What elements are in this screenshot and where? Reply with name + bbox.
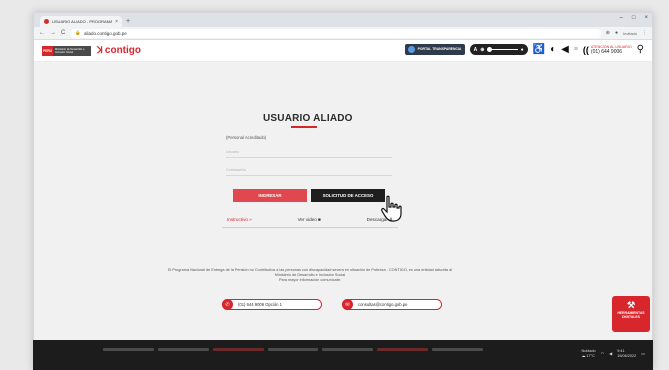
taskbar-app[interactable]	[212, 348, 264, 351]
phone-pill-icon: ✆	[222, 299, 233, 310]
wifi-icon[interactable]: ◠	[601, 351, 605, 356]
email-pill-text: consultas@contigo.gob.pe	[358, 302, 408, 307]
request-access-button[interactable]: SOLICITUD DE ACCESO	[311, 189, 385, 202]
date: 15/06/2022	[617, 353, 637, 358]
toolbox-icon: ⚒	[626, 300, 636, 310]
download-link[interactable]: Descargar ⬇	[367, 217, 393, 223]
system-tray: Nublado ☁ 17°C ◠ ◀ 9:41 15/06/2022 ▭	[581, 349, 645, 358]
password-input[interactable]: Contraseña	[226, 168, 392, 176]
email-pill[interactable]: ✉ consultas@contigo.gob.pe	[342, 299, 442, 310]
taskbar-app[interactable]	[267, 348, 319, 351]
taskbar-apps	[103, 348, 484, 354]
taskbar-app[interactable]	[157, 348, 209, 351]
volume-icon[interactable]: ◀	[609, 351, 612, 356]
login-subtitle: (Personal Acreditado)	[226, 135, 267, 140]
weather-label: Nublado	[581, 349, 596, 353]
login-button[interactable]: INGRESAR	[233, 189, 307, 202]
clock[interactable]: 9:41 15/06/2022	[617, 349, 636, 358]
taskbar-app[interactable]	[377, 348, 429, 351]
temperature: 17°C	[586, 353, 595, 358]
notification-icon[interactable]: ▭	[641, 351, 645, 356]
username-input[interactable]: Usuario	[226, 150, 392, 158]
phone-pill-text: (01) 644 9006 Opción 1	[238, 302, 282, 307]
taskbar: Nublado ☁ 17°C ◠ ◀ 9:41 15/06/2022 ▭	[33, 340, 653, 370]
taskbar-app[interactable]	[103, 348, 154, 351]
taskbar-app[interactable]	[322, 348, 374, 351]
digital-tools-label: HERRAMIENTAS DIGITALES	[617, 311, 645, 319]
weather-widget[interactable]: Nublado ☁ 17°C	[581, 349, 595, 358]
email-pill-icon: ✉	[342, 299, 353, 310]
cloud-icon: ☁	[581, 353, 586, 358]
disclaimer-line-3: Para mayor información comunícate:	[278, 278, 342, 283]
time: 9:41	[617, 349, 625, 353]
page-title: USUARIO ALIADO	[263, 113, 353, 124]
phone-pill[interactable]: ✆ (01) 644 9006 Opción 1	[222, 299, 322, 310]
digital-tools-button[interactable]: ⚒ HERRAMIENTAS DIGITALES	[612, 296, 650, 332]
video-link[interactable]: Ver video ■	[298, 217, 321, 222]
title-underline	[291, 126, 317, 128]
instructions-link[interactable]: Instructivo »	[227, 217, 252, 222]
footer-disclaimer: El Programa Nacional de Entrega de la Pe…	[110, 268, 510, 284]
help-links: Instructivo » Ver video ■ Descargar ⬇	[222, 212, 398, 228]
taskbar-app[interactable]	[432, 348, 484, 351]
page-content: USUARIO ALIADO (Personal Acreditado) Usu…	[0, 0, 669, 370]
